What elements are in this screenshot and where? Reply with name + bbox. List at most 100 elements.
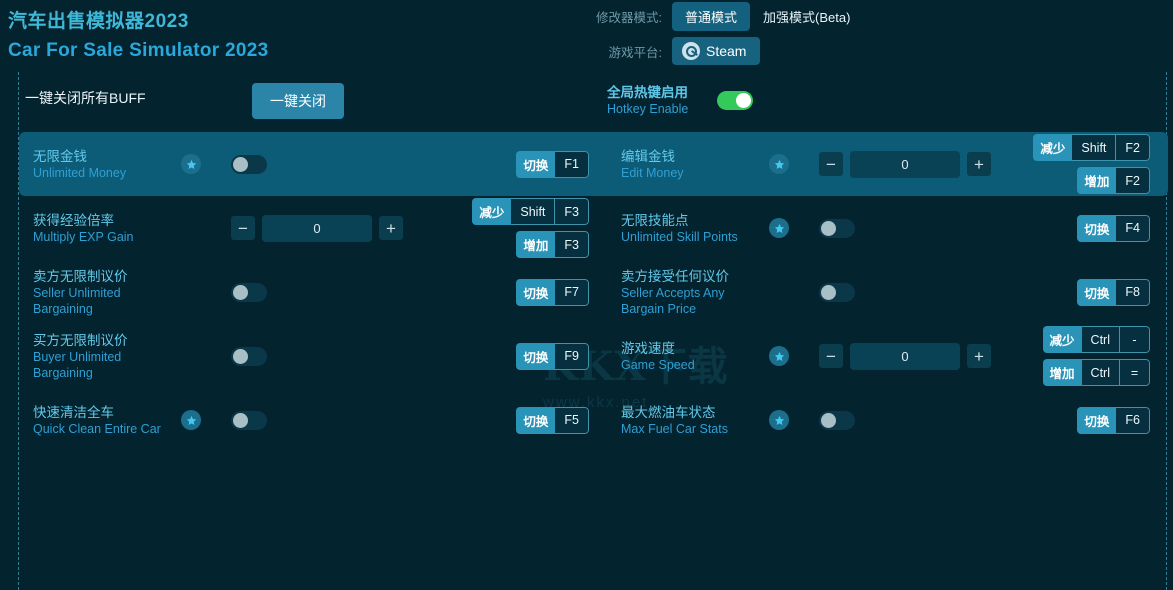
hotkey-group-[interactable]: 切换 F1: [516, 150, 589, 178]
hotkey-action-label: 增加: [1077, 167, 1117, 194]
cheat-label-game-speed: 游戏速度 Game Speed: [621, 340, 771, 373]
hotkey-group-[interactable]: 切换 F4: [1077, 214, 1150, 242]
hotkey-key: F9: [555, 342, 589, 370]
hotkey-group-[interactable]: 减少 Ctrl -: [1042, 326, 1150, 353]
hotkey-group-[interactable]: 切换 F5: [516, 406, 589, 434]
platform-steam-button[interactable]: Steam: [672, 37, 761, 65]
cheat-control-unlimited-skill-points: [789, 218, 979, 238]
hotkey-group-[interactable]: 切换 F9: [516, 342, 589, 370]
hotkey-enable-label-zh: 全局热键启用: [607, 85, 688, 100]
hotkey-key: F1: [555, 150, 589, 178]
mode-label: 修改器模式:: [596, 10, 662, 25]
hotkeys-buyer-unlimited-bargaining: 切换 F9: [391, 342, 607, 370]
hotkey-group-[interactable]: 减少 Shift F3: [472, 198, 589, 225]
hotkeys-max-fuel-car-stats: 切换 F6: [979, 406, 1168, 434]
toggle-unlimited-skill-points[interactable]: [819, 218, 855, 238]
value-field[interactable]: 0: [262, 214, 372, 242]
hotkey-group-[interactable]: 减少 Shift F2: [1033, 134, 1150, 161]
cheat-control-seller-accepts-any-bargain-price: [789, 282, 979, 302]
toggle-knob: [736, 93, 751, 108]
close-all-section: 一键关闭所有BUFF: [25, 88, 146, 108]
toggle-unlimited-money[interactable]: [231, 154, 267, 174]
hotkey-action-label: 切换: [516, 278, 556, 306]
hotkey-group-[interactable]: 增加 F2: [1077, 167, 1150, 194]
cheat-control-buyer-unlimited-bargaining: [201, 346, 391, 366]
hotkey-group-[interactable]: 切换 F6: [1077, 406, 1150, 434]
hotkeys-edit-money: 减少 Shift F2 增加 F2: [979, 134, 1168, 194]
cheat-label-en: Seller Unlimited Bargaining: [33, 285, 121, 316]
mode-enhanced-button[interactable]: 加强模式(Beta): [750, 2, 863, 31]
cheat-item-seller-accepts-any-bargain-price: 卖方接受任何议价 Seller Accepts Any Bargain Price…: [607, 260, 1168, 324]
page-title-zh: 汽车出售模拟器2023: [8, 11, 189, 32]
hotkey-action-label: 增加: [516, 231, 556, 258]
cheat-label-en: Max Fuel Car Stats: [621, 421, 728, 436]
decrement-button[interactable]: −: [819, 152, 843, 176]
hotkey-action-label: 切换: [516, 342, 556, 370]
hotkey-key: Ctrl: [1081, 359, 1120, 386]
hotkey-group-[interactable]: 增加 F3: [516, 231, 589, 258]
value-field[interactable]: 0: [850, 150, 960, 178]
cheat-label-en: Unlimited Skill Points: [621, 229, 738, 244]
hotkey-action-label: 切换: [1077, 406, 1117, 434]
hotkeys-seller-accepts-any-bargain-price: 切换 F8: [979, 278, 1168, 306]
platform-steam-label: Steam: [706, 43, 747, 59]
toggle-knob: [821, 284, 836, 300]
hotkeys-seller-unlimited-bargaining: 切换 F7: [391, 278, 607, 306]
mode-normal-button[interactable]: 普通模式: [672, 1, 751, 31]
toggle-buyer-unlimited-bargaining[interactable]: [231, 346, 267, 366]
cheat-label-zh: 编辑金钱: [621, 148, 675, 164]
cheat-label-max-fuel-car-stats: 最大燃油车状态 Max Fuel Car Stats: [621, 404, 771, 437]
cheat-label-zh: 无限金钱: [33, 148, 87, 164]
hotkey-key: F6: [1116, 406, 1150, 434]
cheat-label-zh: 无限技能点: [621, 212, 689, 228]
hotkey-key: F8: [1116, 278, 1150, 306]
hotkey-group-[interactable]: 增加 Ctrl =: [1042, 359, 1150, 386]
cheat-label-unlimited-skill-points: 无限技能点 Unlimited Skill Points: [621, 212, 771, 245]
cheat-label-zh: 卖方接受任何议价: [621, 268, 729, 284]
cheat-label-zh: 最大燃油车状态: [621, 404, 716, 420]
cheat-label-quick-clean-entire-car: 快速清洁全车 Quick Clean Entire Car: [33, 404, 183, 437]
hotkey-key: F4: [1116, 214, 1150, 242]
cheat-item-quick-clean-entire-car: 快速清洁全车 Quick Clean Entire Car 切换 F5: [19, 388, 607, 452]
hotkey-group-[interactable]: 切换 F7: [516, 278, 589, 306]
cheat-label-multiply-exp-gain: 获得经验倍率 Multiply EXP Gain: [33, 212, 183, 245]
decrement-button[interactable]: −: [231, 216, 255, 240]
cheat-row: 卖方无限制议价 Seller Unlimited Bargaining 切换 F7 卖方…: [19, 260, 1168, 324]
hotkey-enable-toggle[interactable]: [717, 91, 753, 110]
cheat-label-unlimited-money: 无限金钱 Unlimited Money: [33, 148, 183, 181]
hotkey-action-label: 切换: [516, 150, 556, 178]
cheat-item-game-speed: 游戏速度 Game Speed −0 + 减少 Ctrl - 增加 Ctrl =: [607, 324, 1168, 388]
platform-selector: 游戏平台: Steam: [586, 37, 761, 65]
hotkey-action-label: 切换: [1077, 278, 1117, 306]
star-icon: [769, 154, 789, 174]
stepper-game-speed: −0 +: [819, 342, 991, 370]
mode-selector: 修改器模式: 普通模式 加强模式(Beta): [586, 1, 863, 31]
decrement-button[interactable]: −: [819, 344, 843, 368]
hotkey-key: =: [1120, 359, 1150, 386]
stepper-multiply-exp-gain: −0 +: [231, 214, 403, 242]
cheat-label-en: Edit Money: [621, 165, 684, 180]
star-icon: [769, 410, 789, 430]
hotkey-key: F7: [555, 278, 589, 306]
star-icon: [769, 346, 789, 366]
toggle-seller-accepts-any-bargain-price[interactable]: [819, 282, 855, 302]
hotkey-action-label: 减少: [1042, 326, 1082, 353]
cheat-label-en: Buyer Unlimited Bargaining: [33, 349, 122, 380]
hotkey-enable-label-en: Hotkey Enable: [607, 102, 689, 116]
cheat-item-unlimited-skill-points: 无限技能点 Unlimited Skill Points 切换 F4: [607, 196, 1168, 260]
value-field[interactable]: 0: [850, 342, 960, 370]
cheat-item-buyer-unlimited-bargaining: 买方无限制议价 Buyer Unlimited Bargaining 切换 F9: [19, 324, 607, 388]
cheat-row: 快速清洁全车 Quick Clean Entire Car 切换 F5 最大燃油车状态 M…: [19, 388, 1168, 452]
hotkey-key: F3: [555, 198, 589, 225]
cheat-label-en: Unlimited Money: [33, 165, 127, 180]
hotkeys-game-speed: 减少 Ctrl - 增加 Ctrl =: [979, 326, 1168, 386]
toggle-quick-clean-entire-car[interactable]: [231, 410, 267, 430]
toggle-seller-unlimited-bargaining[interactable]: [231, 282, 267, 302]
hotkey-group-[interactable]: 切换 F8: [1077, 278, 1150, 306]
toggle-max-fuel-car-stats[interactable]: [819, 410, 855, 430]
close-all-label: 一键关闭所有BUFF: [25, 90, 146, 106]
hotkeys-quick-clean-entire-car: 切换 F5: [391, 406, 607, 434]
cheat-label-en: Game Speed: [621, 357, 695, 372]
close-all-button[interactable]: 一键关闭: [252, 83, 344, 119]
hotkeys-unlimited-money: 切换 F1: [391, 150, 607, 178]
